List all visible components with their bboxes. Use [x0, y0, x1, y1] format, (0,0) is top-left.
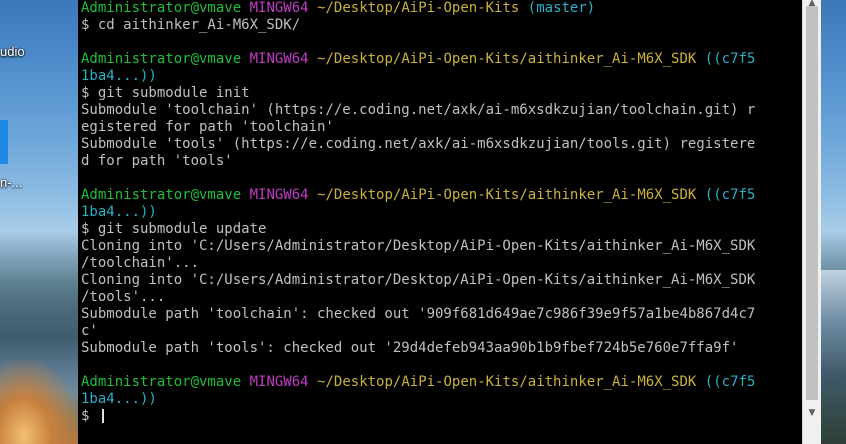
- output-line: /tools'...: [81, 289, 166, 305]
- text-cursor: [101, 409, 104, 423]
- prompt-branch: 1ba4...)): [81, 391, 157, 407]
- prompt-path: ~/Desktop/AiPi-Open-Kits/aithinker_Ai-M6…: [317, 51, 697, 67]
- desktop-icon-label-2[interactable]: n-...: [0, 175, 32, 190]
- prompt-env: MINGW64: [249, 187, 309, 203]
- output-line: $ git submodule init: [81, 85, 250, 101]
- prompt-branch: 1ba4...)): [81, 68, 157, 84]
- output-line: Submodule path 'toolchain': checked out …: [81, 306, 756, 322]
- desktop-app-icon[interactable]: [0, 120, 8, 164]
- prompt-path: ~/Desktop/AiPi-Open-Kits: [317, 0, 520, 16]
- output-line: Submodule 'toolchain' (https://e.coding.…: [81, 102, 756, 118]
- desktop-icon-label-1[interactable]: udio: [0, 44, 32, 59]
- terminal-output: Administrator@vmave MINGW64 ~/Desktop/Ai…: [81, 0, 801, 425]
- input-prompt: $: [81, 408, 98, 424]
- prompt-line: Administrator@vmave MINGW64 ~/Desktop/Ai…: [81, 374, 801, 391]
- output-line: /toolchain'...: [81, 255, 200, 271]
- prompt-branch: 1ba4...)): [81, 204, 157, 220]
- scroll-down-icon[interactable]: ▼: [803, 404, 821, 422]
- command-input-line[interactable]: $: [81, 408, 801, 425]
- prompt-branch: ((c7f5: [704, 51, 756, 67]
- prompt-path: ~/Desktop/AiPi-Open-Kits/aithinker_Ai-M6…: [317, 374, 697, 390]
- output-line: Cloning into 'C:/Users/Administrator/Des…: [81, 272, 756, 288]
- prompt-user: Administrator@vmave: [81, 0, 242, 16]
- output-line: Submodule 'tools' (https://e.coding.net/…: [81, 136, 756, 152]
- prompt-branch-continued: 1ba4...)): [81, 391, 801, 408]
- prompt-env: MINGW64: [249, 51, 309, 67]
- prompt-branch-continued: 1ba4...)): [81, 68, 801, 85]
- prompt-branch: ((c7f5: [704, 374, 756, 390]
- prompt-branch: (master): [527, 0, 596, 16]
- output-line: $ cd aithinker_Ai-M6X_SDK/: [81, 17, 301, 33]
- output-line: egistered for path 'toolchain': [81, 119, 334, 135]
- terminal-window[interactable]: Administrator@vmave MINGW64 ~/Desktop/Ai…: [78, 0, 820, 444]
- output-line: $ git submodule update: [81, 221, 267, 237]
- prompt-path: ~/Desktop/AiPi-Open-Kits/aithinker_Ai-M6…: [317, 187, 697, 203]
- prompt-user: Administrator@vmave: [81, 51, 242, 67]
- output-line: Cloning into 'C:/Users/Administrator/Des…: [81, 238, 756, 254]
- output-line: Submodule path 'tools': checked out '29d…: [81, 340, 739, 356]
- prompt-branch: ((c7f5: [704, 187, 756, 203]
- prompt-user: Administrator@vmave: [81, 374, 242, 390]
- prompt-env: MINGW64: [249, 374, 309, 390]
- vertical-scrollbar[interactable]: ▲ ▼: [802, 0, 821, 444]
- prompt-env: MINGW64: [249, 0, 309, 16]
- output-line: d for path 'tools': [81, 153, 233, 169]
- scroll-thumb[interactable]: [806, 6, 818, 400]
- output-line: c': [81, 323, 98, 339]
- wallpaper-sunlight: [0, 360, 80, 444]
- prompt-user: Administrator@vmave: [81, 187, 242, 203]
- prompt-line: Administrator@vmave MINGW64 ~/Desktop/Ai…: [81, 187, 801, 204]
- prompt-line: Administrator@vmave MINGW64 ~/Desktop/Ai…: [81, 51, 801, 68]
- prompt-branch-continued: 1ba4...)): [81, 204, 801, 221]
- prompt-line: Administrator@vmave MINGW64 ~/Desktop/Ai…: [81, 0, 801, 17]
